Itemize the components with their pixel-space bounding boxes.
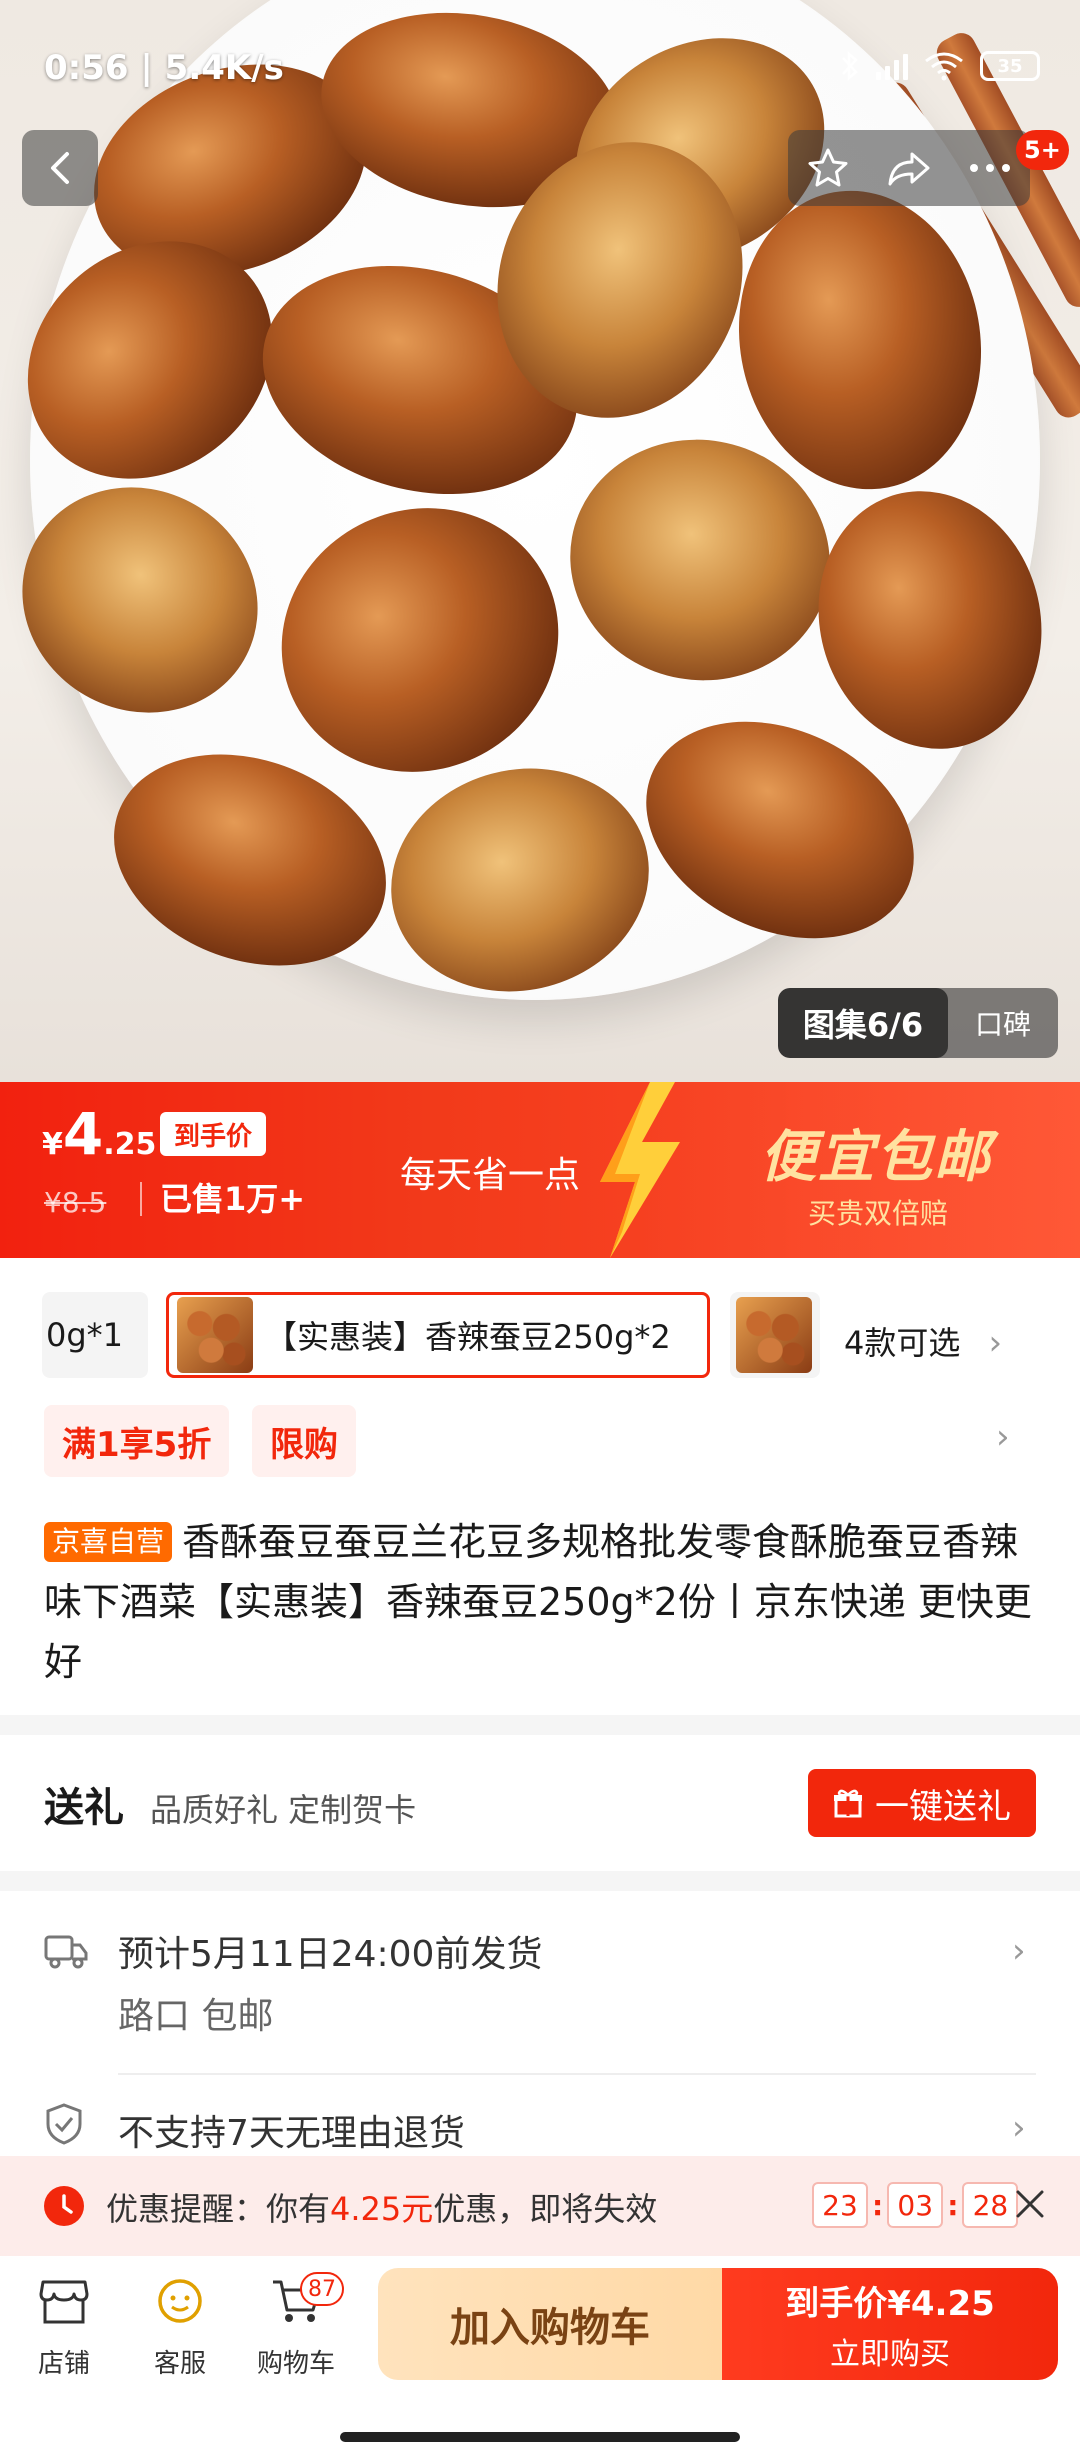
- variant-thumbnail: [736, 1297, 812, 1373]
- price-decimal: .25: [103, 1127, 157, 1162]
- cell-signal-icon: [876, 52, 908, 80]
- coupon-reminder-text: 优惠提醒：你有4.25元优惠，即将失效: [106, 2190, 658, 2228]
- current-price: ¥ 4 .25: [42, 1100, 156, 1168]
- slogan-double-refund: 买贵双倍赔: [808, 1197, 949, 1230]
- bluetooth-icon: [842, 51, 858, 81]
- status-time: 0:56 | 5.4K/s: [44, 48, 284, 88]
- back-button[interactable]: [22, 130, 98, 206]
- lightning-icon: [600, 1082, 680, 1258]
- gallery-switch[interactable]: 图集6/6 口碑: [778, 988, 1058, 1058]
- buy-now-price: 到手价¥4.25: [785, 2283, 995, 2324]
- send-gift-label: 一键送礼: [875, 1786, 1011, 1827]
- top-actions: [788, 130, 1030, 206]
- original-price: ¥8.5: [44, 1186, 107, 1219]
- customer-service-icon: [158, 2279, 202, 2323]
- chevron-right-icon: ›: [996, 1417, 1010, 1457]
- wifi-icon: [925, 52, 963, 81]
- row-divider: [118, 2073, 1036, 2075]
- variant-option[interactable]: [730, 1292, 820, 1378]
- delivery-truck-icon: [44, 1935, 88, 1969]
- chevron-right-icon: ›: [1012, 2108, 1026, 2148]
- gift-subtitle: 品质好礼 定制贺卡: [150, 1791, 417, 1829]
- sold-count: 已售1万+: [140, 1182, 305, 1216]
- star-icon[interactable]: [806, 146, 850, 190]
- variant-selector: 0g*1 【实惠装】香辣蚕豆250g*2 4款可选 ›: [0, 1258, 1080, 1412]
- jingxi-self-operated-badge: 京喜自营: [44, 1522, 173, 1562]
- cart-label: 购物车: [256, 2349, 335, 2379]
- gift-title: 送礼: [44, 1785, 124, 1831]
- gift-icon: [834, 1789, 862, 1818]
- status-bar: 0:56 | 5.4K/s 35: [0, 0, 1080, 140]
- price-integer: 4: [62, 1100, 104, 1168]
- add-to-cart-button[interactable]: 加入购物车: [378, 2268, 722, 2380]
- shipping-row[interactable]: 预计5月11日24:00前发货 路口 包邮 ›: [0, 1891, 1080, 2081]
- discount-tag: 满1享5折: [44, 1405, 230, 1477]
- section-divider: [0, 1715, 1080, 1735]
- product-detail-page: 0:56 | 5.4K/s 35 5+ 图集6/6 口碑 ¥ 4 .25 到手价…: [0, 0, 1080, 2460]
- close-icon[interactable]: [1012, 2186, 1048, 2222]
- status-icons: 35: [840, 50, 1040, 82]
- promo-tags[interactable]: 满1享5折 限购 ›: [0, 1405, 1080, 1485]
- variant-label: 【实惠装】香辣蚕豆250g*2: [265, 1318, 671, 1356]
- variant-option[interactable]: 0g*1: [42, 1292, 148, 1378]
- shield-check-icon: [46, 2103, 82, 2145]
- clock-icon: [44, 2186, 84, 2226]
- product-image-gallery[interactable]: 0:56 | 5.4K/s 35 5+ 图集6/6 口碑: [0, 0, 1080, 1082]
- share-icon[interactable]: [886, 148, 932, 188]
- section-divider: [0, 1871, 1080, 1891]
- customer-service-button[interactable]: 客服: [130, 2276, 230, 2380]
- message-badge: 5+: [1016, 130, 1069, 170]
- chevron-right-icon: ›: [1012, 1931, 1026, 1971]
- slogan-cheap-free-shipping: 便宜包邮: [760, 1125, 992, 1190]
- slogan-save-daily: 每天省一点: [400, 1155, 581, 1196]
- chevron-right-icon: ›: [988, 1323, 1003, 1363]
- product-title: 京喜自营 香酥蚕豆蚕豆兰花豆多规格批发零食酥脆蚕豆香辣味下酒菜【实惠装】香辣蚕豆2…: [44, 1512, 1044, 1692]
- home-indicator[interactable]: [340, 2432, 740, 2442]
- store-label: 店铺: [37, 2349, 90, 2379]
- shipping-location: 路口 包邮: [118, 1996, 274, 2037]
- returns-policy: 不支持7天无理由退货: [118, 2113, 465, 2154]
- koubei-tab[interactable]: 口碑: [948, 1003, 1058, 1043]
- more-icon[interactable]: [968, 162, 1012, 174]
- gift-row: 送礼 品质好礼 定制贺卡 一键送礼: [0, 1735, 1080, 1871]
- gallery-counter[interactable]: 图集6/6: [778, 988, 948, 1058]
- countdown-seconds: 28: [962, 2182, 1019, 2228]
- cart-count-badge: 87: [300, 2272, 344, 2306]
- chevron-left-icon: [51, 152, 69, 184]
- battery-icon: 35: [980, 51, 1040, 81]
- variant-count[interactable]: 4款可选 ›: [844, 1318, 1002, 1364]
- countdown-timer: 23 : 03 : 28: [812, 2182, 1019, 2228]
- limit-tag: 限购: [252, 1405, 356, 1477]
- variant-label: 0g*1: [46, 1316, 124, 1354]
- bottom-action-bar: 店铺 客服 购物车 87 加入购物车 到手价¥4.25 立即购买: [0, 2256, 1080, 2460]
- buy-now-button[interactable]: 到手价¥4.25 立即购买: [722, 2268, 1058, 2380]
- variant-thumbnail: [177, 1297, 253, 1373]
- coupon-reminder-bar: 优惠提醒：你有4.25元优惠，即将失效 23 : 03 : 28: [0, 2156, 1080, 2256]
- customer-service-label: 客服: [153, 2349, 206, 2379]
- store-icon: [39, 2280, 89, 2324]
- countdown-hours: 23: [812, 2182, 868, 2228]
- price-banner: ¥ 4 .25 到手价 ¥8.5 已售1万+ 每天省一点 便宜包邮 买贵双倍赔: [0, 1082, 1080, 1258]
- countdown-minutes: 03: [887, 2182, 944, 2228]
- shipping-estimate: 预计5月11日24:00前发货: [118, 1934, 543, 1975]
- price-currency: ¥: [42, 1127, 63, 1162]
- send-gift-button[interactable]: 一键送礼: [808, 1769, 1036, 1837]
- variant-option-selected[interactable]: 【实惠装】香辣蚕豆250g*2: [166, 1292, 710, 1378]
- buy-now-label: 立即购买: [830, 2336, 950, 2372]
- store-button[interactable]: 店铺: [14, 2276, 114, 2380]
- final-price-tag: 到手价: [160, 1112, 267, 1156]
- product-title-text: 香酥蚕豆蚕豆兰花豆多规格批发零食酥脆蚕豆香辣味下酒菜【实惠装】香辣蚕豆250g*…: [44, 1520, 1032, 1684]
